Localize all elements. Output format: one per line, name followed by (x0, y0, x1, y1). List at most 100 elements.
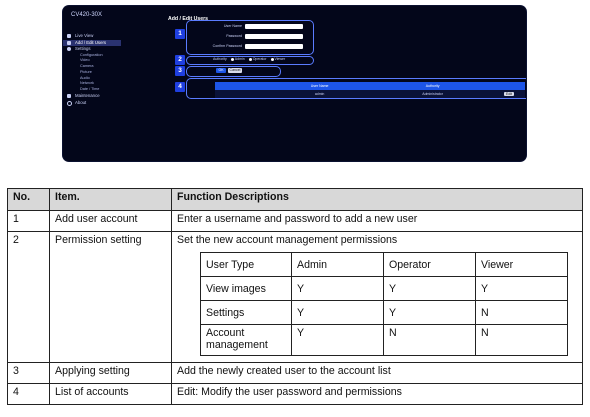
table-row: admin Administrator Edit (215, 90, 525, 98)
camera-icon (67, 34, 71, 38)
permission-header-cell: Admin (291, 252, 384, 277)
radio-viewer[interactable] (270, 57, 274, 61)
radio-operator[interactable] (248, 57, 252, 61)
sidebar-item-label: Configuration (80, 52, 103, 57)
sidebar-item-label: Maintenance (75, 93, 100, 99)
accounts-header-cell: Authority (372, 82, 493, 90)
callout-badge-3: 3 (175, 66, 185, 76)
sidebar-item-label: About (75, 99, 87, 105)
web-ui-screenshot: CV420-30X Live View Add / Edit Users Set… (63, 6, 526, 161)
table-row: 3 Applying setting Add the newly created… (7, 362, 583, 384)
row-item: Permission setting (49, 231, 172, 363)
row-item: List of accounts (49, 383, 172, 405)
sidebar-item-about[interactable]: About (63, 100, 121, 107)
sidebar-item-label: Live View (75, 33, 94, 38)
accounts-table: User Name Authority admin Administrator … (215, 82, 525, 98)
permission-cell: Y (291, 276, 384, 301)
header-description: Function Descriptions (171, 188, 583, 211)
row-no: 1 (7, 210, 50, 232)
sidebar-item-label: Add / Edit Users (75, 39, 107, 45)
wrench-icon (67, 94, 71, 99)
user-name-row: User Name (213, 24, 242, 30)
permission-header-row: User Type Admin Operator Viewer (200, 252, 568, 277)
accounts-user-cell: admin (267, 90, 373, 98)
permission-cell: Account management (200, 324, 292, 356)
model-name: CV420-30X (71, 12, 103, 18)
sidebar-item-label: Date / Time (80, 87, 100, 92)
accounts-header-row: User Name Authority (215, 82, 525, 90)
permission-cell: N (475, 300, 568, 325)
permission-cell: Y (383, 300, 476, 325)
accounts-action-cell: Edit (493, 90, 525, 98)
permission-row: Settings Y Y N (200, 300, 568, 325)
sidebar: CV420-30X Live View Add / Edit Users Set… (63, 6, 121, 161)
function-table-header: No. Item. Function Descriptions (7, 188, 583, 211)
user-name-label: User Name (223, 24, 242, 28)
password-row: Password (213, 34, 242, 40)
row-description: Add the newly created user to the accoun… (171, 362, 583, 384)
ok-button[interactable]: OK (216, 68, 226, 73)
permission-cell: Y (475, 276, 568, 301)
table-row: 1 Add user account Enter a username and … (7, 210, 583, 232)
permission-table: User Type Admin Operator Viewer View ima… (200, 252, 568, 356)
permission-header-cell: Operator (383, 252, 476, 277)
confirm-password-label: Confirm Password (212, 44, 242, 48)
permission-cell: Y (383, 276, 476, 301)
row-item: Applying setting (49, 362, 172, 384)
confirm-password-row: Confirm Password (213, 44, 242, 50)
accounts-header-cell (493, 82, 525, 90)
permission-cell: Y (291, 324, 384, 356)
password-label: Password (226, 34, 242, 38)
user-name-input[interactable] (245, 24, 303, 29)
cancel-button[interactable]: Cancel (228, 68, 242, 73)
row-no: 3 (7, 362, 50, 384)
permission-header-cell: User Type (200, 252, 292, 277)
permission-cell: N (475, 324, 568, 356)
header-item: Item. (49, 188, 172, 211)
function-table: No. Item. Function Descriptions 1 Add us… (7, 188, 583, 405)
permission-row: View images Y Y Y (200, 276, 568, 301)
row-description: Enter a username and password to add a n… (171, 210, 583, 232)
row-description-text: Set the new account management permissio… (177, 234, 398, 246)
row-description: Set the new account management permissio… (171, 231, 583, 363)
accounts-authority-cell: Administrator (372, 90, 493, 98)
sidebar-item-label: Camera (80, 64, 94, 69)
table-row: 4 List of accounts Edit: Modify the user… (7, 383, 583, 405)
row-description: Edit: Modify the user password and permi… (171, 383, 583, 405)
sidebar-item-label: Network (80, 81, 94, 86)
permission-cell: Settings (200, 300, 292, 325)
sidebar-item-label: Audio (80, 75, 90, 80)
accounts-header-cell (215, 82, 267, 90)
sidebar-item-label: Picture (80, 69, 92, 74)
row-no: 4 (7, 383, 50, 405)
authority-label: Authority (213, 57, 227, 61)
sidebar-item-label: Video (80, 58, 90, 63)
permission-cell: View images (200, 276, 292, 301)
accounts-header-cell: User Name (267, 82, 373, 90)
user-icon (67, 40, 71, 45)
confirm-password-input[interactable] (245, 44, 303, 49)
row-no: 2 (7, 231, 50, 363)
permission-cell: Y (291, 300, 384, 325)
radio-admin[interactable] (230, 57, 234, 61)
permission-cell: N (383, 324, 476, 356)
authority-row: Authority Admin Operator Viewer (213, 57, 285, 61)
sidebar-nav: Live View Add / Edit Users Settings Conf… (63, 33, 121, 106)
callout-badge-4: 4 (175, 82, 185, 92)
row-item: Add user account (49, 210, 172, 232)
table-row: 2 Permission setting Set the new account… (7, 231, 583, 363)
permission-row: Account management Y N N (200, 324, 568, 356)
edit-button[interactable]: Edit (503, 92, 515, 96)
password-input[interactable] (245, 34, 303, 39)
accounts-cell (215, 90, 267, 98)
radio-operator-label: Operator (252, 57, 267, 61)
callout-badge-2: 2 (175, 55, 185, 65)
radio-viewer-label: Viewer (274, 57, 286, 61)
sidebar-item-label: Settings (75, 46, 91, 51)
radio-admin-label: Admin (234, 57, 245, 61)
header-no: No. (7, 188, 50, 211)
callout-badge-1: 1 (175, 29, 185, 39)
info-icon (67, 100, 72, 106)
gear-icon (67, 47, 71, 51)
permission-header-cell: Viewer (475, 252, 568, 277)
